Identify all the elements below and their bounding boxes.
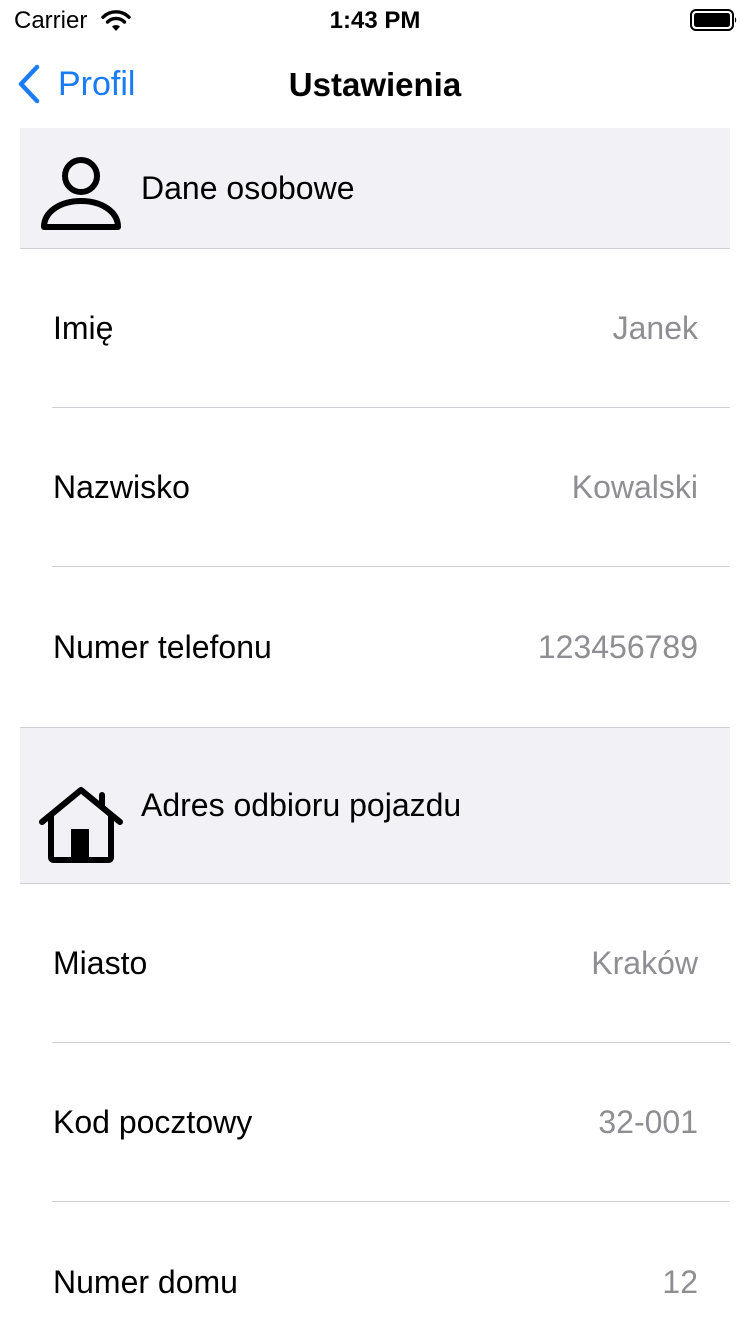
person-icon xyxy=(41,157,121,230)
setting-row-house-number[interactable]: Numer domu 12 xyxy=(0,1203,750,1334)
row-label: Numer telefonu xyxy=(53,629,272,665)
status-bar: Carrier 1:43 PM xyxy=(0,0,750,40)
setting-row-city[interactable]: Miasto Kraków xyxy=(0,884,750,1043)
row-label: Imię xyxy=(53,310,114,346)
setting-row-phone-number[interactable]: Numer telefonu 123456789 xyxy=(0,568,750,727)
section-header-personal: Dane osobowe xyxy=(20,128,730,249)
page-title: Ustawienia xyxy=(288,66,462,103)
battery-icon xyxy=(690,9,737,31)
row-value: 32-001 xyxy=(598,1104,698,1140)
row-separator xyxy=(52,566,730,567)
row-label: Nazwisko xyxy=(53,469,190,505)
row-label: Miasto xyxy=(53,945,148,981)
section-title: Dane osobowe xyxy=(141,169,355,206)
section-header-address: Adres odbioru pojazdu xyxy=(20,727,730,884)
navigation-bar: Profil Ustawienia xyxy=(0,40,750,128)
setting-row-last-name[interactable]: Nazwisko Kowalski xyxy=(0,408,750,567)
row-value: 12 xyxy=(662,1264,698,1300)
house-icon xyxy=(39,787,123,863)
row-label: Kod pocztowy xyxy=(53,1104,253,1140)
row-separator xyxy=(52,1201,730,1202)
status-time: 1:43 PM xyxy=(329,7,421,34)
row-value: Kraków xyxy=(591,945,698,981)
row-value: Janek xyxy=(612,310,698,346)
row-value: 123456789 xyxy=(537,629,698,665)
section-title: Adres odbioru pojazdu xyxy=(141,787,462,823)
row-value: Kowalski xyxy=(571,469,698,505)
setting-row-postal-code[interactable]: Kod pocztowy 32-001 xyxy=(0,1043,750,1202)
setting-row-first-name[interactable]: Imię Janek xyxy=(0,249,750,408)
row-label: Numer domu xyxy=(53,1264,238,1300)
